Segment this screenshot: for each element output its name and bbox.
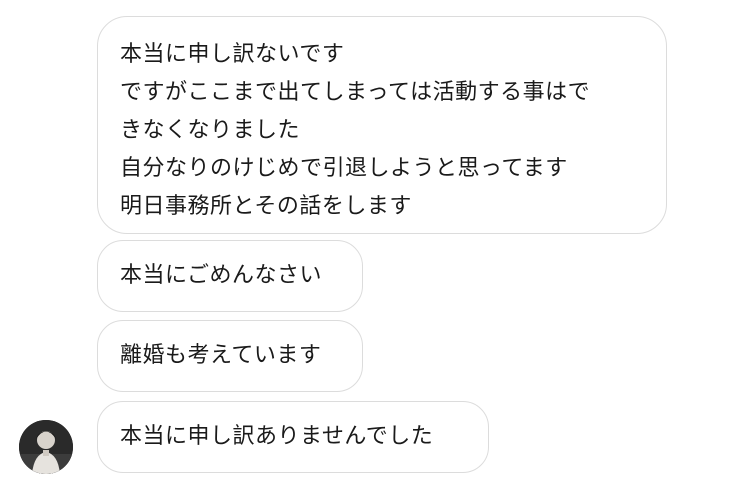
message-thread: 本当に申し訳ないです ですがここまで出てしまっては活動する事はで きなくなりまし… bbox=[0, 0, 747, 482]
message-bubble[interactable]: 離婚も考えています bbox=[97, 320, 363, 392]
message-bubble[interactable]: 本当に申し訳ありませんでした bbox=[97, 401, 489, 473]
message-text: 本当に申し訳ありませんでした bbox=[120, 424, 434, 449]
message-line: ですがここまで出てしまっては活動する事はで bbox=[120, 80, 591, 105]
profile-photo-icon bbox=[19, 420, 73, 474]
message-line: 明日事務所とその話をします bbox=[120, 194, 412, 219]
message-bubble[interactable]: 本当に申し訳ないです ですがここまで出てしまっては活動する事はで きなくなりまし… bbox=[97, 16, 667, 234]
message-text: 本当にごめんなさい bbox=[120, 263, 323, 288]
message-line: 自分なりのけじめで引退しようと思ってます bbox=[120, 156, 568, 181]
message-line: 本当に申し訳ないです bbox=[120, 42, 345, 67]
sender-avatar[interactable] bbox=[19, 420, 73, 474]
message-text: 離婚も考えています bbox=[120, 343, 322, 368]
message-line: きなくなりました bbox=[120, 118, 301, 143]
message-bubble[interactable]: 本当にごめんなさい bbox=[97, 240, 363, 312]
